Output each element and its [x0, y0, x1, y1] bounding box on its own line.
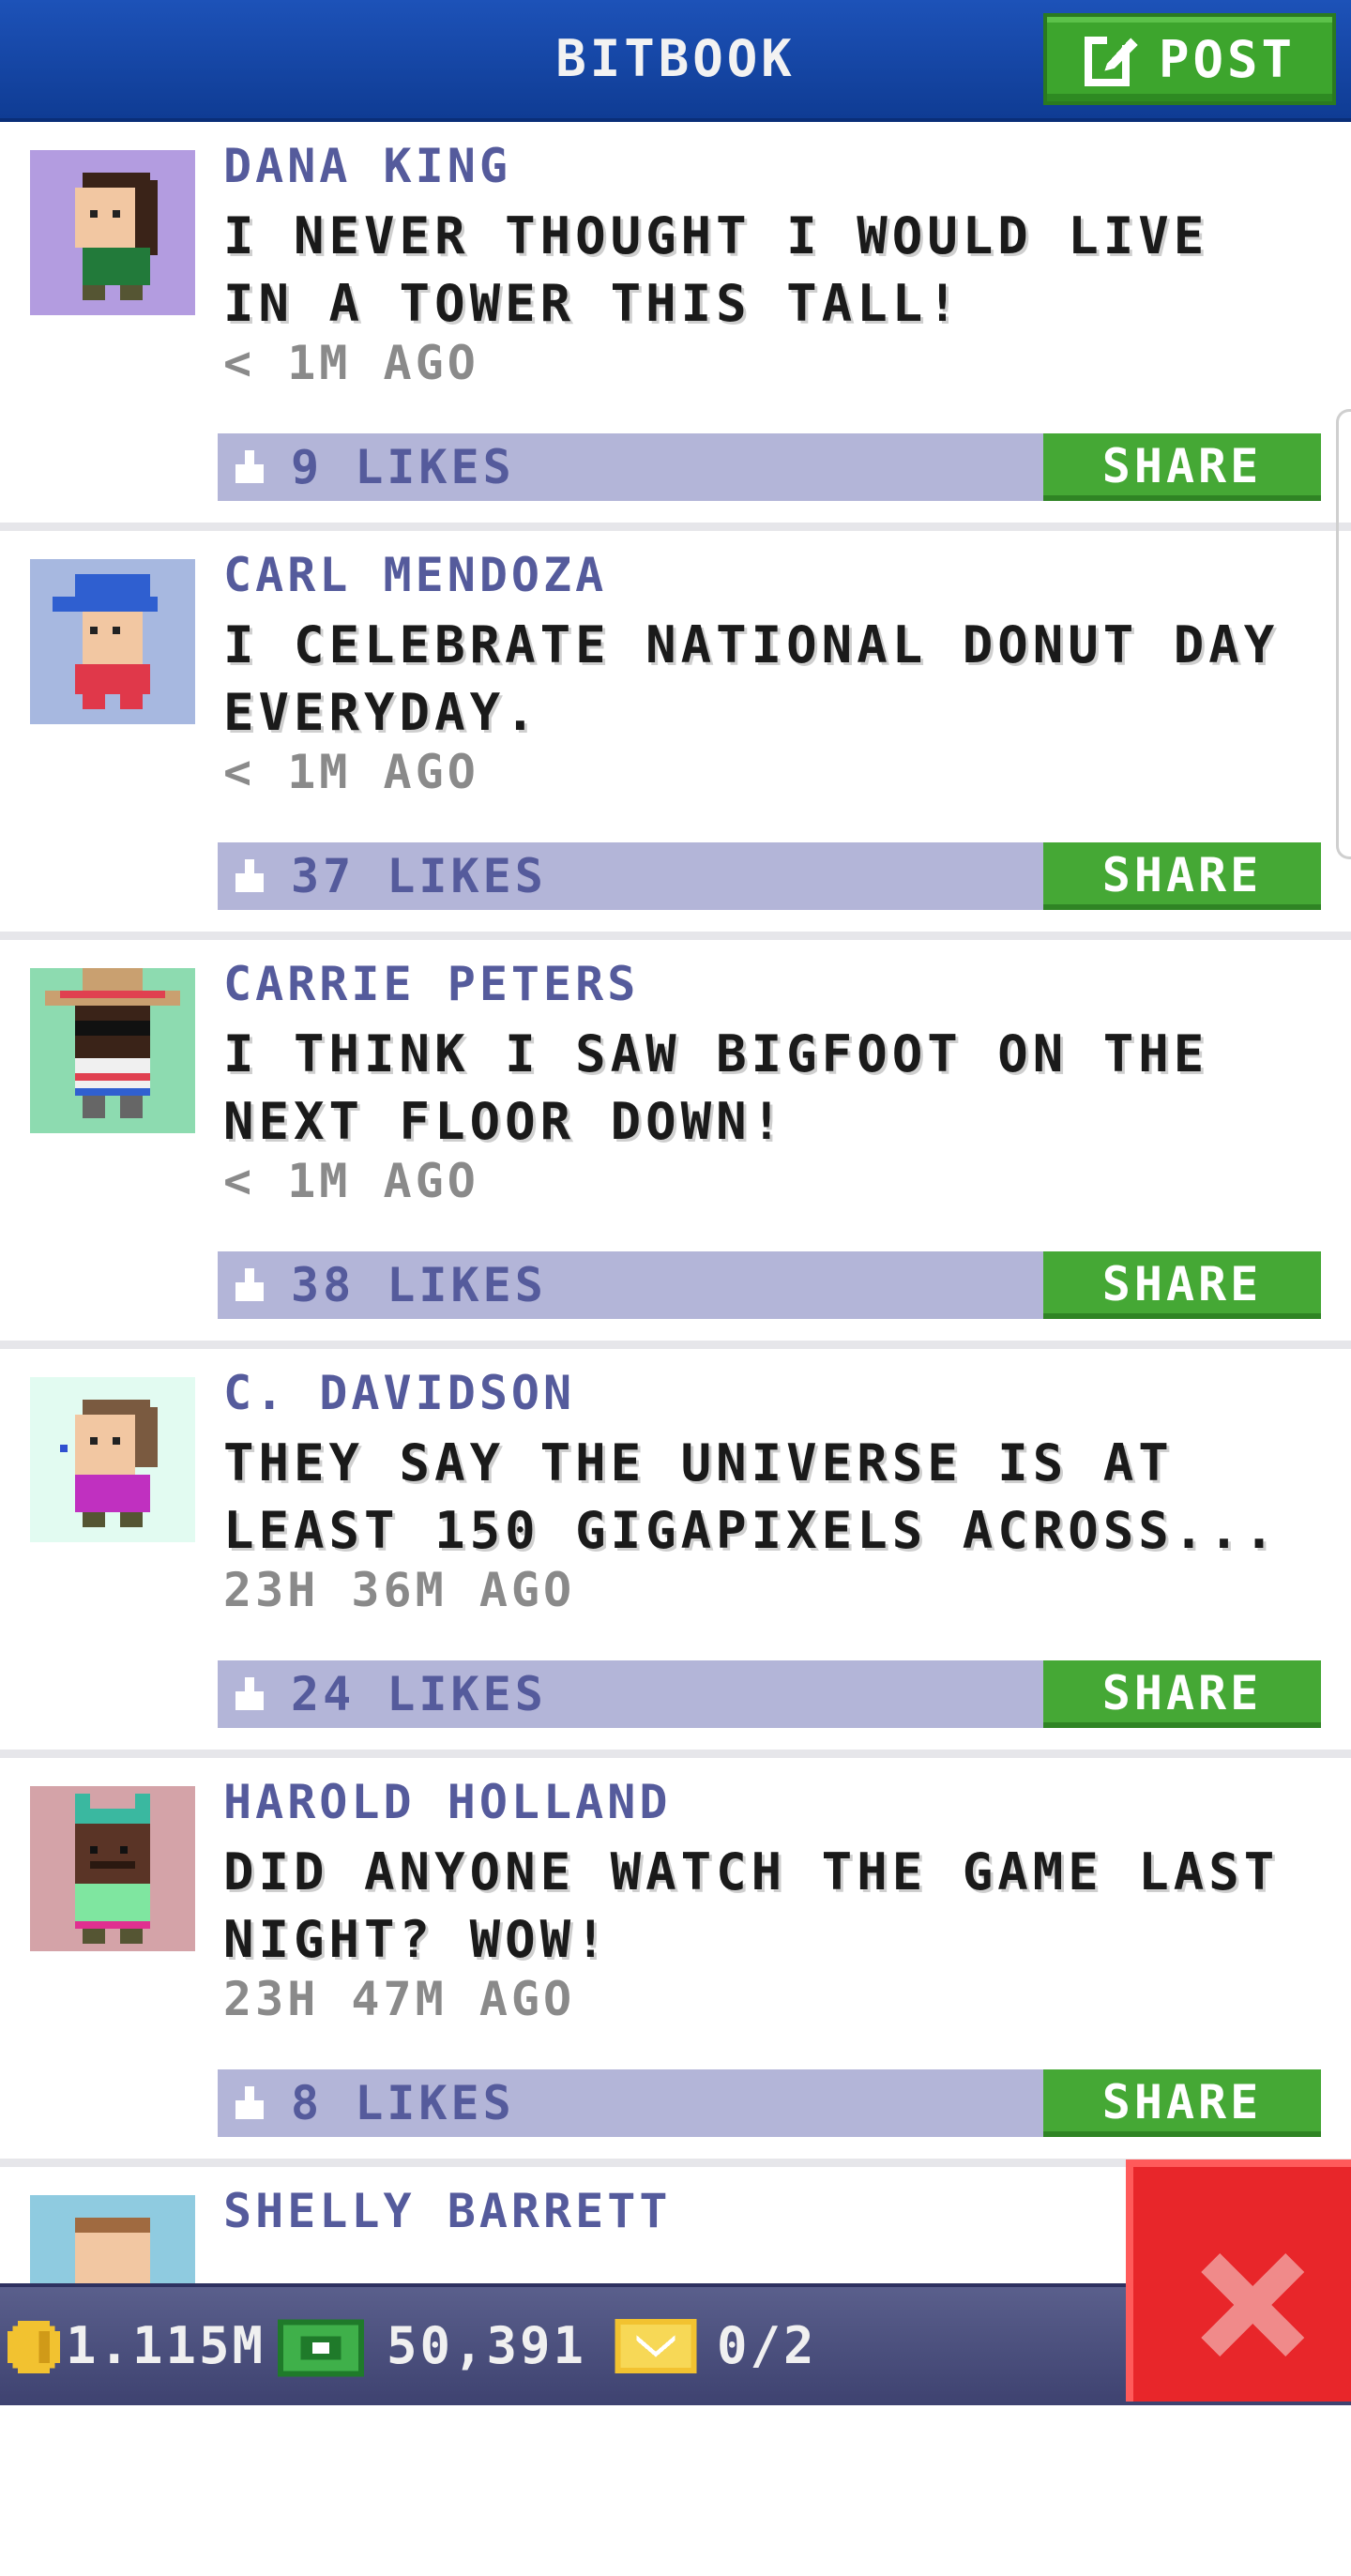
cash-icon: [278, 2319, 364, 2377]
share-button[interactable]: SHARE: [1043, 433, 1321, 501]
post-message: I CELEBRATE NATIONAL DONUT DAY EVERYDAY.: [223, 615, 1280, 742]
share-button[interactable]: SHARE: [1043, 842, 1321, 910]
edit-icon: [1084, 31, 1140, 87]
likes-bar: 38 LIKES SHARE: [218, 1251, 1321, 1319]
likes-count: 38 LIKES: [291, 1258, 547, 1312]
feed-post: C. DAVIDSON THEY SAY THE UNIVERSE IS AT …: [0, 1349, 1351, 1758]
likes-bar: 9 LIKES SHARE: [218, 433, 1321, 501]
likes-count: 8 LIKES: [291, 2076, 515, 2130]
cash-value: 50,391: [387, 2316, 587, 2375]
thumbs-up-icon[interactable]: [231, 1268, 268, 1306]
post-timestamp: < 1M AGO: [223, 1154, 479, 1208]
likes-count: 24 LIKES: [291, 1667, 547, 1721]
avatar[interactable]: [30, 1786, 195, 1951]
coin-icon: [8, 2321, 60, 2373]
share-button[interactable]: SHARE: [1043, 1251, 1321, 1319]
post-timestamp: 23H 47M AGO: [223, 1972, 576, 2026]
ticket-icon: [615, 2319, 697, 2373]
post-button-label: POST: [1158, 29, 1297, 89]
post-message: DID ANYONE WATCH THE GAME LAST NIGHT? WO…: [223, 1842, 1280, 1969]
likes-count: 37 LIKES: [291, 849, 547, 903]
close-icon: [1201, 2253, 1304, 2356]
post-author: DANA KING: [223, 139, 511, 193]
likes-count: 9 LIKES: [291, 440, 515, 494]
close-button[interactable]: [1126, 2159, 1351, 2402]
post-timestamp: 23H 36M AGO: [223, 1563, 576, 1617]
post-message: THEY SAY THE UNIVERSE IS AT LEAST 150 GI…: [223, 1433, 1280, 1560]
post-author: C. DAVIDSON: [223, 1366, 576, 1420]
share-button[interactable]: SHARE: [1043, 2069, 1321, 2137]
thumbs-up-icon[interactable]: [231, 859, 268, 897]
post-timestamp: < 1M AGO: [223, 336, 479, 390]
likes-bar: 24 LIKES SHARE: [218, 1660, 1321, 1728]
avatar[interactable]: [30, 1377, 195, 1542]
feed-post: DANA KING I NEVER THOUGHT I WOULD LIVE I…: [0, 122, 1351, 531]
post-message: I NEVER THOUGHT I WOULD LIVE IN A TOWER …: [223, 206, 1209, 333]
feed-post: CARRIE PETERS I THINK I SAW BIGFOOT ON T…: [0, 940, 1351, 1349]
feed-post: CARL MENDOZA I CELEBRATE NATIONAL DONUT …: [0, 531, 1351, 940]
scrollbar[interactable]: [1336, 409, 1351, 859]
thumbs-up-icon[interactable]: [231, 450, 268, 488]
post-button[interactable]: POST: [1043, 13, 1336, 105]
avatar[interactable]: [30, 150, 195, 315]
coins-value: 1.115M: [66, 2316, 266, 2375]
share-button[interactable]: SHARE: [1043, 1660, 1321, 1728]
thumbs-up-icon[interactable]: [231, 2086, 268, 2124]
likes-bar: 8 LIKES SHARE: [218, 2069, 1321, 2137]
feed-post: HAROLD HOLLAND DID ANYONE WATCH THE GAME…: [0, 1758, 1351, 2167]
post-author: HAROLD HOLLAND: [223, 1775, 672, 1829]
app-header: BITBOOK POST: [0, 0, 1351, 122]
avatar[interactable]: [30, 559, 195, 724]
post-author: CARRIE PETERS: [223, 957, 640, 1011]
post-author: SHELLY BARRETT: [223, 2184, 672, 2238]
likes-bar: 37 LIKES SHARE: [218, 842, 1321, 910]
post-timestamp: < 1M AGO: [223, 745, 479, 799]
tickets-value: 0/2: [717, 2316, 817, 2375]
avatar[interactable]: [30, 968, 195, 1133]
thumbs-up-icon[interactable]: [231, 1677, 268, 1715]
post-author: CARL MENDOZA: [223, 548, 608, 602]
post-message: I THINK I SAW BIGFOOT ON THE NEXT FLOOR …: [223, 1024, 1209, 1151]
